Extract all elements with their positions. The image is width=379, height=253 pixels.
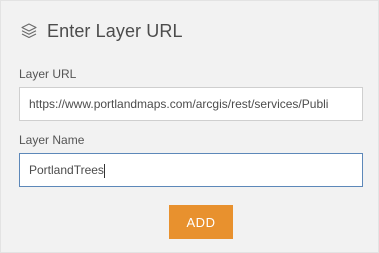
text-caret	[103, 163, 105, 178]
panel-title: Enter Layer URL	[47, 20, 183, 41]
layer-name-label: Layer Name	[19, 133, 85, 147]
layers-icon	[19, 21, 39, 41]
add-layer-panel: Enter Layer URL Layer URL https://www.po…	[0, 0, 379, 253]
layer-name-value: PortlandTrees	[29, 163, 104, 177]
layer-url-value: https://www.portlandmaps.com/arcgis/rest…	[29, 97, 329, 111]
panel-header: Enter Layer URL	[19, 19, 183, 43]
layer-name-input[interactable]: PortlandTrees	[19, 153, 363, 187]
layer-url-input[interactable]: https://www.portlandmaps.com/arcgis/rest…	[19, 87, 363, 121]
add-button[interactable]: ADD	[169, 205, 233, 239]
layer-url-label: Layer URL	[19, 67, 77, 81]
